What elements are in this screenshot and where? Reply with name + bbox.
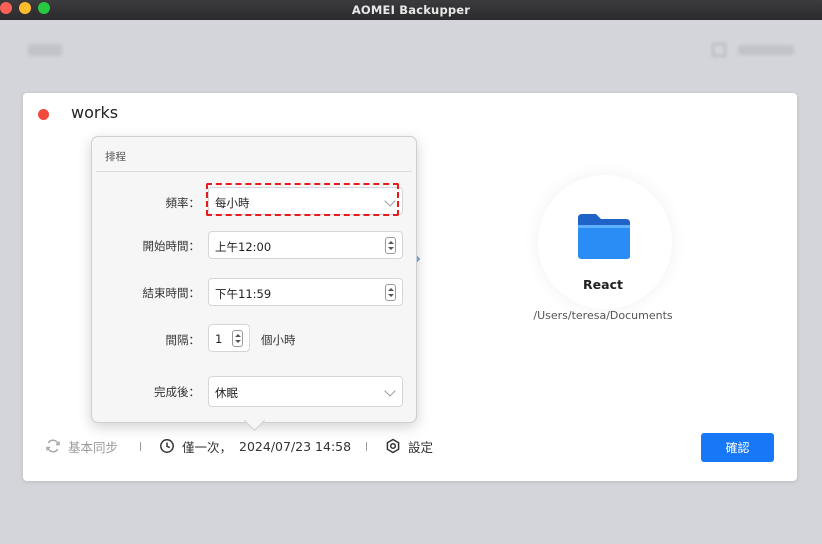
- start-time-value: 上午12:00: [215, 240, 272, 254]
- end-time-field[interactable]: 下午11:59: [208, 278, 403, 306]
- chevron-down-icon: [384, 385, 396, 397]
- end-time-value: 下午11:59: [215, 287, 272, 301]
- popover-title: 排程: [105, 151, 126, 163]
- schedule-label: 僅一次，: [182, 439, 233, 455]
- after-completion-select[interactable]: 休眠: [208, 376, 403, 407]
- after-completion-value: 休眠: [215, 386, 238, 400]
- end-time-label: 結束時間：: [142, 286, 201, 300]
- separator: [366, 442, 367, 451]
- task-status-dot: [38, 109, 49, 120]
- interval-field[interactable]: 1: [208, 324, 250, 352]
- clock-icon: [160, 439, 174, 453]
- target-folder-name: React: [583, 277, 623, 292]
- target-folder-path: /Users/teresa/Documents: [533, 309, 673, 322]
- interval-unit: 個小時: [261, 333, 296, 347]
- separator: [140, 442, 141, 451]
- interval-value: 1: [215, 332, 223, 346]
- frequency-value: 每小時: [215, 196, 250, 210]
- folder-icon: [578, 214, 630, 259]
- task-name[interactable]: works: [71, 103, 118, 122]
- confirm-button[interactable]: 確認: [701, 433, 774, 462]
- window-titlebar: AOMEI Backupper: [0, 0, 822, 20]
- settings-option[interactable]: 設定: [385, 434, 433, 458]
- interval-label: 間隔：: [165, 333, 201, 347]
- sync-mode-label: 基本同步: [68, 439, 119, 455]
- end-time-stepper-icon[interactable]: [385, 284, 396, 301]
- schedule-option[interactable]: 僅一次， 2024/07/23 14:58: [159, 434, 351, 458]
- frequency-label: 頻率：: [165, 196, 201, 210]
- sync-icon: [46, 439, 60, 453]
- schedule-datetime: 2024/07/23 14:58: [239, 438, 352, 454]
- popover-divider: [96, 171, 412, 172]
- settings-label: 設定: [408, 439, 434, 455]
- task-options-bar: 基本同步 僅一次， 2024/07/23 14:58 設定: [23, 434, 797, 458]
- start-time-stepper-icon[interactable]: [385, 237, 396, 254]
- chevron-down-icon: [384, 195, 396, 207]
- blurred-header-action: [712, 42, 794, 58]
- start-time-label: 開始時間：: [142, 239, 201, 253]
- sync-mode-option[interactable]: 基本同步: [45, 434, 118, 458]
- after-completion-label: 完成後：: [154, 385, 200, 399]
- start-time-field[interactable]: 上午12:00: [208, 231, 403, 259]
- window-title: AOMEI Backupper: [351, 3, 471, 17]
- schedule-popover: 排程 頻率： 每小時 開始時間： 上午12:00 結束時間： 下午11:59 間…: [91, 136, 417, 432]
- blurred-back-link: [28, 44, 62, 56]
- gear-icon: [386, 438, 400, 454]
- frequency-select[interactable]: 每小時: [208, 187, 403, 215]
- interval-stepper-icon[interactable]: [232, 330, 243, 347]
